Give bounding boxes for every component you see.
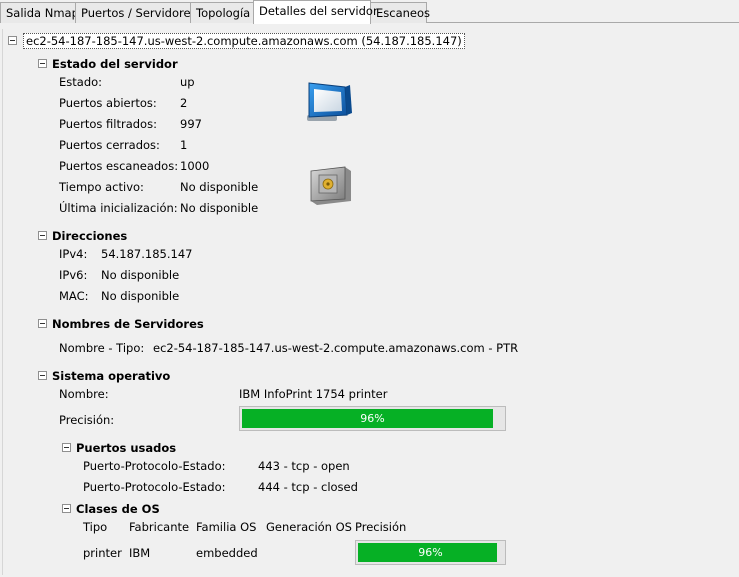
address-label-mac: MAC: bbox=[59, 289, 89, 303]
collapse-ports-used-icon[interactable] bbox=[62, 443, 71, 452]
status-label-filtrados: Puertos filtrados: bbox=[59, 117, 157, 131]
tab-puertos-servidores[interactable]: Puertos / Servidores bbox=[75, 2, 197, 23]
status-label-cerrados: Puertos cerrados: bbox=[59, 138, 160, 152]
collapse-addresses-icon[interactable] bbox=[38, 231, 47, 240]
os-classes-col-generacion: Generación OS bbox=[266, 520, 352, 534]
tab-detalles-servidor[interactable]: Detalles del servidor bbox=[253, 0, 378, 24]
os-accuracy-label: Precisión: bbox=[59, 413, 115, 427]
status-label-ultima-init: Última inicialización: bbox=[59, 201, 178, 215]
os-heading: Sistema operativo bbox=[52, 369, 171, 383]
collapse-os-icon[interactable] bbox=[38, 371, 47, 380]
status-label-tiempo-activo: Tiempo activo: bbox=[59, 180, 144, 194]
monitor-icon bbox=[307, 82, 352, 121]
status-heading: Estado del servidor bbox=[52, 57, 178, 71]
hostname-label: Nombre - Tipo: bbox=[59, 341, 145, 355]
collapse-status-icon[interactable] bbox=[38, 59, 47, 68]
os-class-family: embedded bbox=[196, 546, 258, 560]
status-label-escaneados: Puertos escaneados: bbox=[59, 159, 179, 173]
address-value-ipv6: No disponible bbox=[101, 268, 180, 282]
address-label-ipv4: IPv4: bbox=[59, 247, 88, 261]
ports-used-label-1: Puerto-Protocolo-Estado: bbox=[83, 459, 226, 473]
status-value-tiempo-activo: No disponible bbox=[180, 180, 259, 194]
safe-icon bbox=[310, 166, 351, 205]
hostname-value: ec2-54-187-185-147.us-west-2.compute.ama… bbox=[153, 341, 519, 355]
os-classes-col-tipo: Tipo bbox=[83, 520, 108, 534]
os-classes-heading: Clases de OS bbox=[76, 502, 160, 516]
tab-salida-nmap[interactable]: Salida Nmap bbox=[0, 2, 79, 23]
addresses-heading: Direcciones bbox=[52, 229, 128, 243]
tab-bar: Salida Nmap Puertos / Servidores Topolog… bbox=[0, 0, 739, 24]
collapse-host-icon[interactable] bbox=[8, 36, 17, 45]
host-title[interactable]: ec2-54-187-185-147.us-west-2.compute.ama… bbox=[23, 33, 465, 49]
status-value-abiertos: 2 bbox=[180, 96, 188, 110]
ports-used-label-2: Puerto-Protocolo-Estado: bbox=[83, 480, 226, 494]
os-class-type: printer bbox=[83, 546, 122, 560]
status-value-escaneados: 1000 bbox=[180, 159, 210, 173]
hostnames-heading: Nombres de Servidores bbox=[52, 317, 204, 331]
address-value-mac: No disponible bbox=[101, 289, 180, 303]
host-details-panel: ec2-54-187-185-147.us-west-2.compute.ama… bbox=[2, 29, 737, 575]
os-classes-col-precision: Precisión bbox=[355, 520, 407, 534]
status-value-filtrados: 997 bbox=[180, 117, 202, 131]
status-label-estado: Estado: bbox=[59, 75, 103, 89]
status-label-abiertos: Puertos abiertos: bbox=[59, 96, 157, 110]
ports-used-heading: Puertos usados bbox=[76, 441, 177, 455]
os-accuracy-bar: 96% bbox=[239, 406, 506, 431]
os-classes-col-fabricante: Fabricante bbox=[129, 520, 190, 534]
os-class-accuracy-text: 96% bbox=[418, 546, 443, 559]
tab-escaneos[interactable]: Escaneos bbox=[370, 2, 430, 23]
status-value-cerrados: 1 bbox=[180, 138, 188, 152]
os-name-value: IBM InfoPrint 1754 printer bbox=[239, 387, 388, 401]
ports-used-value-2: 444 - tcp - closed bbox=[258, 480, 358, 494]
os-name-label: Nombre: bbox=[59, 387, 109, 401]
address-label-ipv6: IPv6: bbox=[59, 268, 88, 282]
status-value-ultima-init: No disponible bbox=[180, 201, 259, 215]
os-accuracy-text: 96% bbox=[360, 412, 385, 425]
os-class-vendor: IBM bbox=[129, 546, 151, 560]
os-classes-col-familia: Familia OS bbox=[196, 520, 257, 534]
ports-used-value-1: 443 - tcp - open bbox=[258, 459, 350, 473]
status-value-estado: up bbox=[180, 75, 195, 89]
os-class-accuracy-bar: 96% bbox=[355, 540, 506, 565]
collapse-hostnames-icon[interactable] bbox=[38, 319, 47, 328]
tab-topologia[interactable]: Topología bbox=[190, 2, 254, 23]
address-value-ipv4: 54.187.185.147 bbox=[101, 247, 193, 261]
collapse-os-classes-icon[interactable] bbox=[62, 504, 71, 513]
